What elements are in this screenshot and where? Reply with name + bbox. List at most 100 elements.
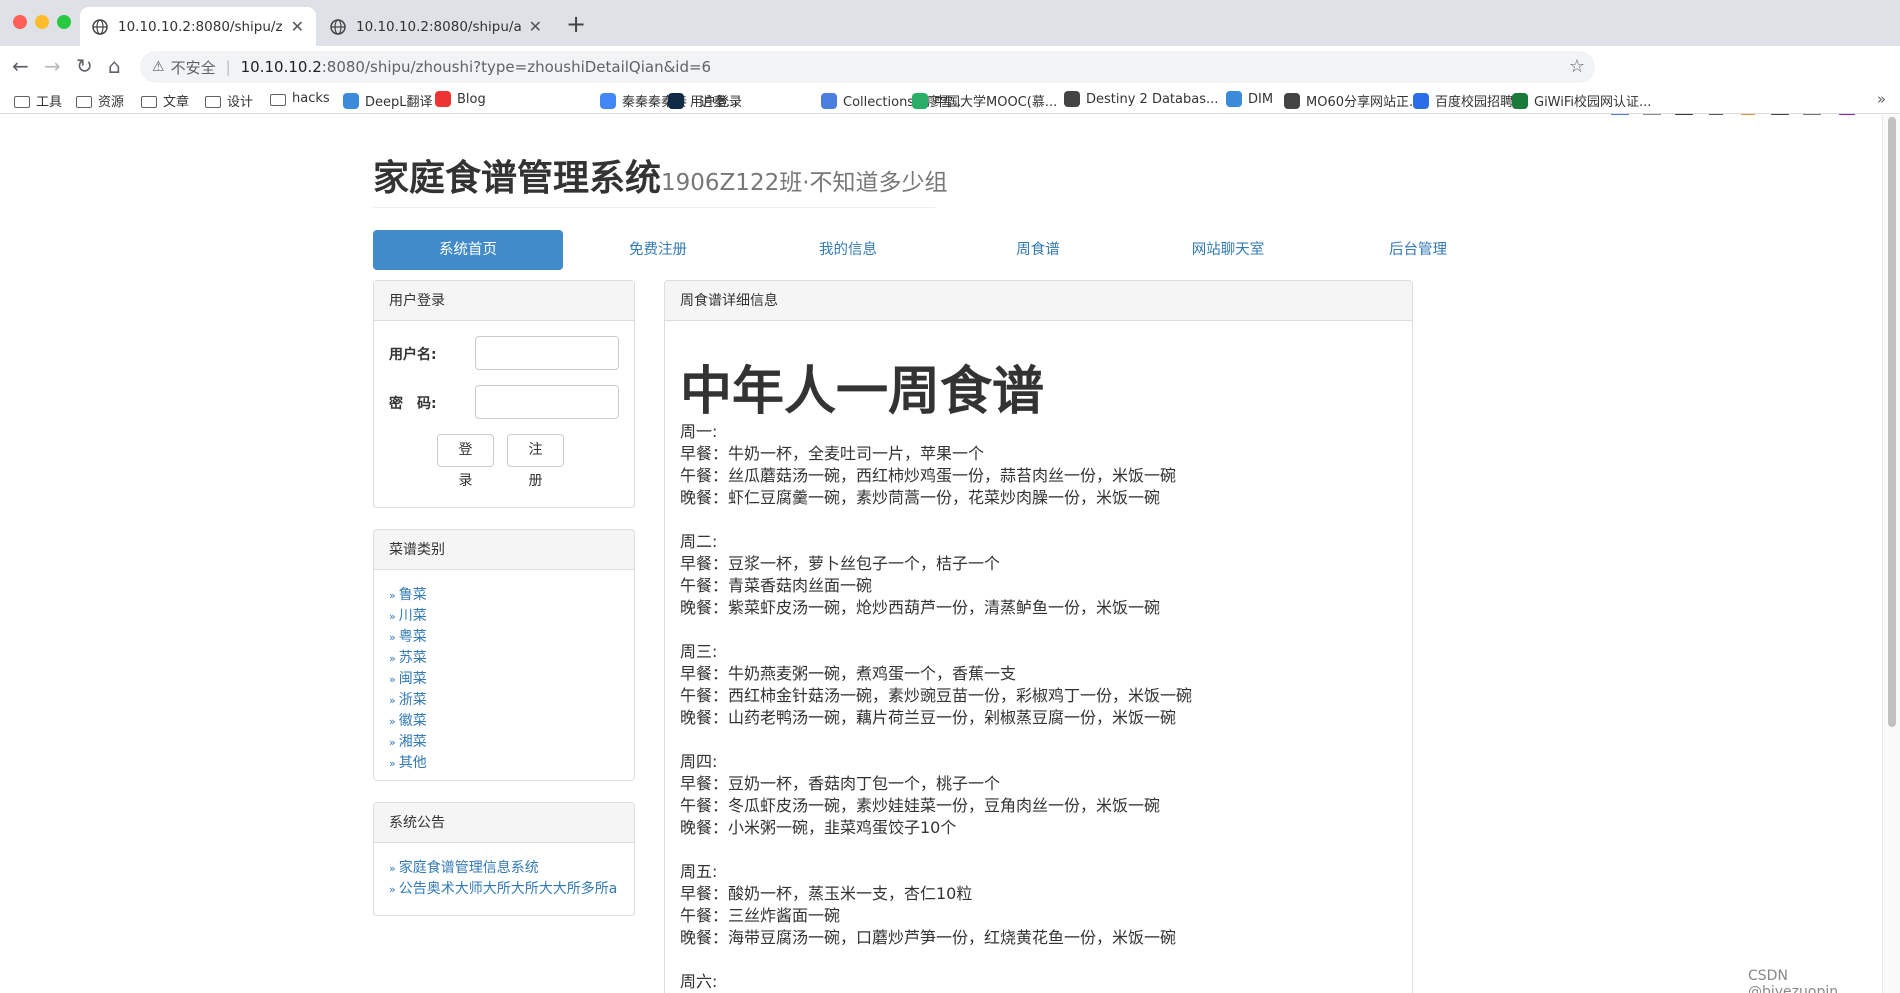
notice-link-label: 家庭食谱管理信息系统	[398, 860, 539, 876]
close-tab-icon[interactable]: ✕	[291, 17, 304, 36]
folder-icon	[270, 93, 286, 106]
tab-title: 10.10.10.2:8080/shipu/admin/i	[356, 18, 521, 35]
category-link[interactable]: » 湘菜	[389, 732, 427, 753]
category-link[interactable]: » 鲁菜	[389, 585, 427, 606]
site-favicon-icon	[668, 92, 684, 109]
browser-toolbar: ← → ↻ ⌂ ⚠ 不安全 | 10.10.10.2:8080/shipu/zh…	[0, 46, 1900, 118]
nav-my-info[interactable]: 我的信息	[753, 230, 943, 270]
scrollbar-thumb[interactable]	[1888, 117, 1896, 727]
notice-link-label: 公告奥术大师大所大所大大所多所a	[398, 881, 618, 897]
bookmark-item[interactable]: 资源	[76, 91, 124, 110]
bookmark-label: 工具	[36, 95, 63, 110]
nav-weekly-menu[interactable]: 周食谱	[943, 230, 1133, 270]
double-chevron-icon: »	[389, 715, 396, 728]
category-link[interactable]: » 川菜	[389, 606, 427, 627]
detail-title: 中年人一周食谱	[680, 362, 1045, 422]
new-tab-button[interactable]: +	[566, 11, 586, 37]
bookmarks-overflow-icon[interactable]: »	[1877, 90, 1886, 108]
bookmark-star-icon[interactable]: ☆	[1569, 56, 1585, 77]
site-favicon-icon	[1512, 92, 1528, 109]
bookmark-item[interactable]: Destiny 2 Databas...	[1064, 91, 1218, 107]
bookmark-label: 设计	[227, 95, 254, 110]
maximize-window-button[interactable]	[57, 15, 71, 29]
bookmark-item[interactable]: 百度校园招聘	[1413, 91, 1513, 110]
bookmark-label: MO60分享网站正...	[1306, 95, 1422, 110]
close-window-button[interactable]	[13, 15, 27, 29]
bookmark-label: 用户登录	[690, 95, 743, 110]
bookmark-item[interactable]: hacks	[270, 91, 330, 106]
browser-tab-bar: 10.10.10.2:8080/shipu/zhoushi ✕ 10.10.10…	[0, 0, 1900, 46]
forward-arrow-icon[interactable]: →	[44, 55, 61, 77]
bookmark-item[interactable]: Blog	[435, 91, 486, 107]
register-button[interactable]: 注 册	[507, 434, 564, 489]
password-input[interactable]	[475, 385, 619, 419]
bookmarks-bar: » 工具 资源 文章 设计 hacks DeepL翻译 Blog 秦秦秦秦秦 - 逍秦... 用…	[0, 88, 1900, 114]
bookmark-item[interactable]: 文章	[141, 91, 189, 110]
bookmark-label: hacks	[292, 91, 330, 106]
address-bar[interactable]: ⚠ 不安全 | 10.10.10.2:8080/shipu/zhoushi?ty…	[140, 51, 1595, 83]
weekly-menu-text: 周一: 早餐：牛奶一杯，全麦吐司一片，苹果一个 午餐：丝瓜蘑菇汤一碗，西红柿炒鸡蛋一…	[680, 421, 1192, 993]
globe-icon	[330, 18, 346, 35]
double-chevron-icon: »	[389, 694, 396, 707]
lunch-line: 午餐：冬瓜虾皮汤一碗，素炒娃娃菜一份，豆角肉丝一份，米饭一碗	[680, 796, 1161, 815]
site-title-text: 家庭食谱管理系统	[373, 158, 662, 199]
home-icon[interactable]: ⌂	[108, 55, 121, 77]
browser-tab[interactable]: 10.10.10.2:8080/shipu/admin/i ✕	[318, 7, 554, 46]
breakfast-line: 早餐：豆奶一杯，香菇肉丁包一个，桃子一个	[680, 774, 1001, 793]
category-panel: 菜谱类别 » 鲁菜» 川菜» 粤菜» 苏菜» 闽菜» 浙菜» 徽菜» 湘菜» 其他	[373, 529, 635, 781]
category-link[interactable]: » 徽菜	[389, 711, 427, 732]
close-tab-icon[interactable]: ✕	[529, 17, 542, 36]
category-link[interactable]: » 苏菜	[389, 648, 427, 669]
breakfast-line: 早餐：牛奶燕麦粥一碗，煮鸡蛋一个，香蕉一支	[680, 664, 1017, 683]
back-arrow-icon[interactable]: ←	[12, 55, 29, 77]
nav-chat-room[interactable]: 网站聊天室	[1133, 230, 1323, 270]
url-text: 10.10.10.2:8080/shipu/zhoushi?type=zhous…	[241, 58, 711, 76]
notice-list: » 家庭食谱管理信息系统» 公告奥术大师大所大所大大所多所a	[389, 858, 617, 900]
site-favicon-icon	[821, 92, 837, 109]
nav-home[interactable]: 系统首页	[373, 230, 563, 270]
double-chevron-icon: »	[389, 862, 396, 875]
site-favicon-icon	[435, 91, 451, 107]
nav-admin-link[interactable]: 后台管理	[1323, 230, 1513, 270]
browser-tab-active[interactable]: 10.10.10.2:8080/shipu/zhoushi ✕	[80, 7, 316, 46]
bookmark-item[interactable]: 设计	[205, 91, 253, 110]
warning-icon[interactable]: ⚠	[152, 59, 165, 75]
nav-register[interactable]: 免费注册	[563, 230, 753, 270]
address-separator: |	[225, 58, 231, 76]
category-link[interactable]: » 浙菜	[389, 690, 427, 711]
bookmark-item[interactable]: DIM	[1226, 91, 1273, 107]
bookmark-item[interactable]: MO60分享网站正...	[1284, 91, 1421, 110]
category-link-label: 鲁菜	[398, 587, 427, 603]
folder-icon	[141, 95, 157, 108]
password-label: 密 码:	[389, 396, 437, 412]
site-favicon-icon	[600, 92, 616, 109]
site-favicon-icon	[1226, 91, 1242, 107]
page-scrollbar[interactable]	[1882, 115, 1900, 993]
bookmark-item[interactable]: 用户登录	[668, 91, 742, 110]
bookmark-item[interactable]: GiWiFi校园网认证...	[1512, 91, 1651, 110]
day-heading: 周三:	[680, 642, 718, 661]
minimize-window-button[interactable]	[35, 15, 49, 29]
username-input[interactable]	[475, 336, 619, 370]
globe-icon	[92, 18, 108, 35]
bookmark-label: Destiny 2 Databas...	[1086, 91, 1219, 107]
notice-link[interactable]: » 公告奥术大师大所大所大大所多所a	[389, 879, 617, 900]
bookmark-item[interactable]: 工具	[14, 91, 62, 110]
bookmark-item[interactable]: 中国大学MOOC(慕...	[912, 91, 1057, 110]
bookmark-item[interactable]: DeepL翻译	[343, 91, 433, 110]
day-heading: 周一:	[680, 422, 718, 441]
detail-panel: 周食谱详细信息 中年人一周食谱 周一: 早餐：牛奶一杯，全麦吐司一片，苹果一个 午餐…	[664, 280, 1413, 993]
double-chevron-icon: »	[389, 736, 396, 749]
category-link[interactable]: » 粤菜	[389, 627, 427, 648]
double-chevron-icon: »	[389, 652, 396, 665]
category-link[interactable]: » 闽菜	[389, 669, 427, 690]
main-nav: 系统首页 免费注册 我的信息 周食谱 网站聊天室	[373, 230, 1323, 270]
username-label: 用户名:	[389, 347, 437, 363]
category-link[interactable]: » 其他	[389, 753, 427, 774]
notice-link[interactable]: » 家庭食谱管理信息系统	[389, 858, 617, 879]
category-panel-heading: 菜谱类别	[374, 530, 634, 570]
login-button[interactable]: 登 录	[437, 434, 494, 489]
reload-icon[interactable]: ↻	[76, 55, 93, 77]
